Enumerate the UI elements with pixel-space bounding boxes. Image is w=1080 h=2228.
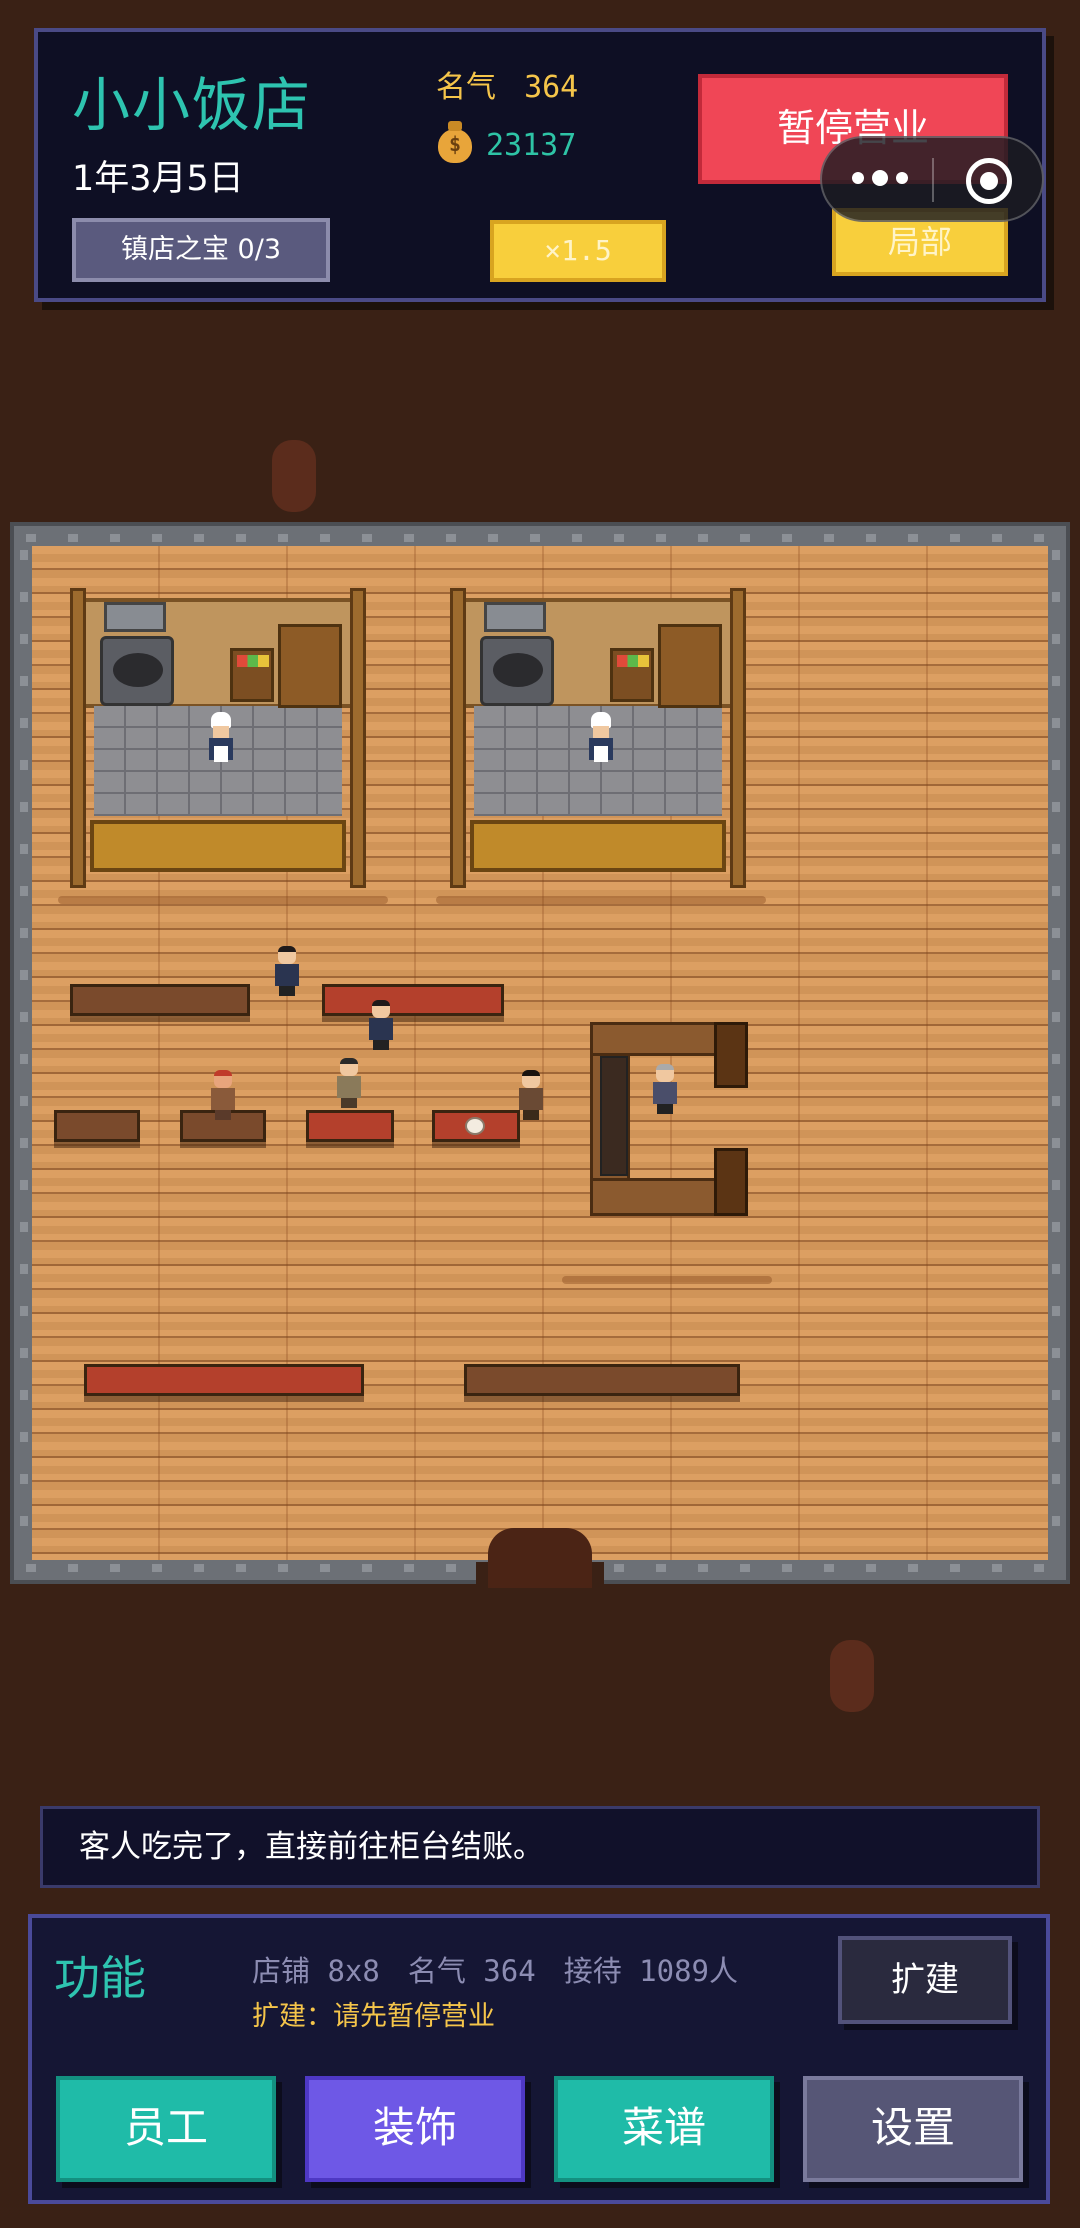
money-bag-icon (438, 120, 472, 163)
wall-decoration (830, 1640, 874, 1712)
stat-shop-size: 店铺 8x8 (252, 1954, 380, 1988)
dining-table[interactable] (432, 1110, 520, 1142)
stat-fame: 名气 364 (407, 1954, 536, 1988)
stove-icon (480, 636, 554, 706)
decoration-button[interactable]: 装饰 (305, 2076, 525, 2182)
customer-character[interactable] (208, 1070, 238, 1120)
fame-value: 364 (524, 70, 579, 105)
fame-display: 名气 364 (436, 62, 578, 106)
kitchen-shadow (58, 896, 388, 904)
range-hood-icon (104, 602, 166, 632)
staff-button[interactable]: 员工 (56, 2076, 276, 2182)
dish-shelf-icon (278, 624, 342, 708)
customer-character[interactable] (334, 1058, 364, 1108)
counter-shelf (600, 1056, 628, 1176)
close-miniprogram-icon[interactable] (966, 158, 1012, 204)
chef-character[interactable] (206, 712, 236, 766)
cashier-character[interactable] (650, 1064, 680, 1114)
panel-title: 功能 (54, 1951, 146, 2005)
vegetable-rack-icon (230, 648, 274, 702)
dish-shelf-icon (658, 624, 722, 708)
chef-character[interactable] (586, 712, 616, 766)
dining-table[interactable] (306, 1110, 394, 1142)
dining-table[interactable] (464, 1364, 740, 1396)
cash-counter[interactable] (590, 1022, 748, 1216)
waiter-character[interactable] (272, 946, 302, 996)
waiter-character[interactable] (366, 1000, 396, 1050)
dining-table[interactable] (54, 1110, 140, 1142)
kitchen-2[interactable] (450, 588, 746, 888)
dining-table[interactable] (70, 984, 250, 1016)
shop-stats: 店铺 8x8 名气 364 接待 1089人 (252, 1948, 766, 1990)
settings-button[interactable]: 设置 (803, 2076, 1023, 2182)
wall-decoration (272, 440, 316, 512)
expand-button[interactable]: 扩建 (838, 1936, 1012, 2024)
dining-table[interactable] (84, 1364, 364, 1396)
money-value: 23137 (486, 128, 577, 163)
vegetable-rack-icon (610, 648, 654, 702)
customer-character[interactable] (516, 1070, 546, 1120)
fame-label: 名气 (436, 70, 496, 105)
dining-table[interactable] (322, 984, 504, 1016)
stat-served: 接待 1089人 (563, 1954, 738, 1988)
recipe-button[interactable]: 菜谱 (554, 2076, 774, 2182)
event-message: 客人吃完了，直接前往柜台结账。 (40, 1806, 1040, 1888)
counter-shadow (562, 1276, 772, 1284)
capsule-divider (932, 158, 934, 202)
expand-hint: 扩建：请先暂停营业 (252, 2001, 495, 2032)
speed-button[interactable]: ×1.5 (490, 220, 666, 282)
stove-icon (100, 636, 174, 706)
miniprogram-capsule (820, 136, 1044, 222)
game-date: 1年3月5日 (72, 159, 244, 199)
more-options-icon[interactable] (852, 170, 908, 186)
plate-icon (465, 1117, 485, 1135)
shop-name: 小小饭店 (72, 71, 313, 139)
kitchen-1[interactable] (70, 588, 366, 888)
money-display: 23137 (438, 120, 577, 163)
treasure-button[interactable]: 镇店之宝 0/3 (72, 218, 330, 282)
range-hood-icon (484, 602, 546, 632)
kitchen-shadow (436, 896, 766, 904)
entrance-door (488, 1528, 592, 1588)
